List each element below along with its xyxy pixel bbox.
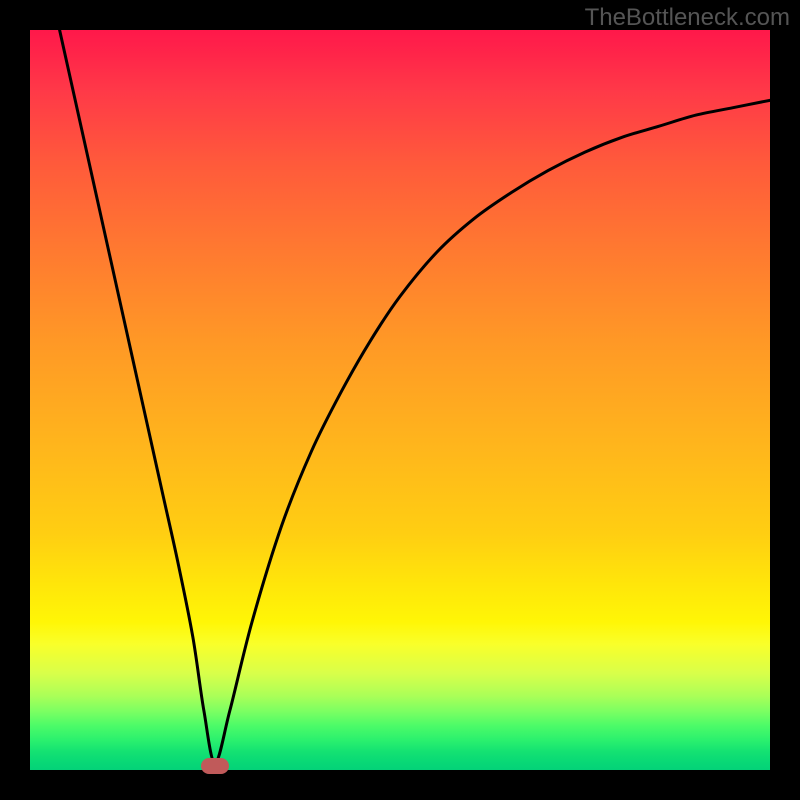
curve-svg — [30, 30, 770, 770]
plot-area — [30, 30, 770, 770]
minimum-marker — [201, 758, 229, 774]
chart-frame: TheBottleneck.com — [0, 0, 800, 800]
watermark-text: TheBottleneck.com — [585, 4, 790, 32]
bottleneck-curve — [60, 30, 770, 763]
